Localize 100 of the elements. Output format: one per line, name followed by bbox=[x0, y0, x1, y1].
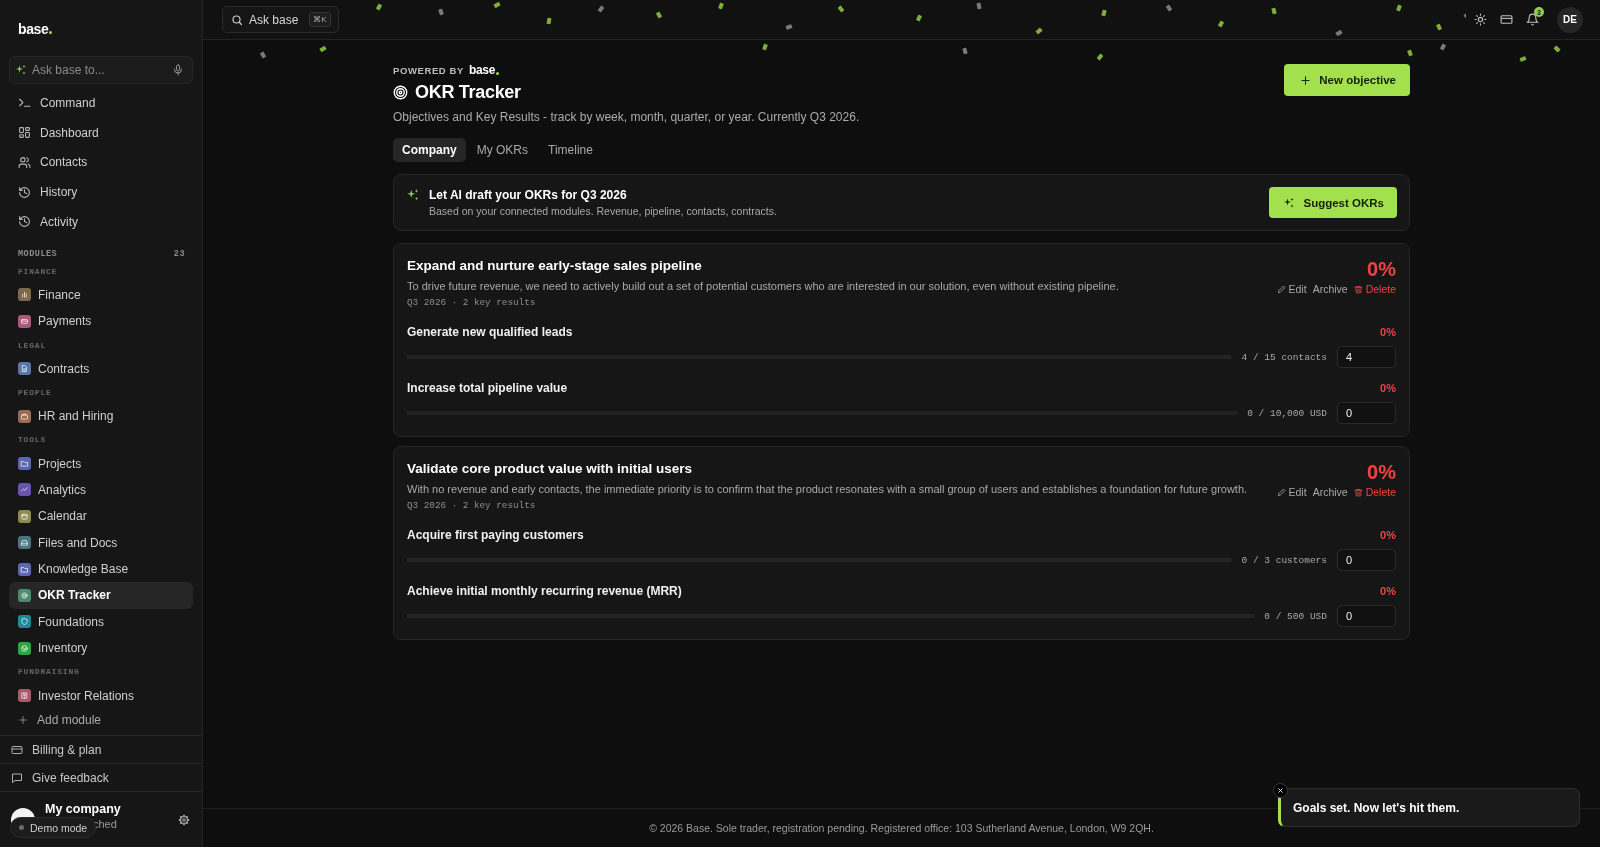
objective-title: Validate core product value with initial users bbox=[407, 460, 694, 478]
delete-link[interactable]: Delete bbox=[1353, 486, 1396, 498]
brand-wordmark: base bbox=[468, 63, 496, 77]
key-result-title: Increase total pipeline value bbox=[407, 381, 568, 395]
archive-link[interactable]: Archive bbox=[1312, 486, 1348, 498]
nav-item[interactable]: Activity bbox=[9, 207, 193, 237]
add-module-link[interactable]: Add module bbox=[9, 708, 193, 731]
module-item[interactable]: Foundations bbox=[9, 608, 193, 636]
objective-title: Expand and nurture early-stage sales pipeline bbox=[407, 257, 703, 275]
progress-reading: 0 / 500 USD bbox=[1264, 610, 1327, 622]
pencil-icon bbox=[1276, 487, 1286, 497]
progress-reading: 0 / 3 customers bbox=[1241, 554, 1327, 566]
tab[interactable]: Timeline bbox=[539, 138, 602, 162]
nav-item[interactable]: Dashboard bbox=[9, 117, 193, 148]
key-result-title: Achieve initial monthly recurring revenue (MRR) bbox=[407, 584, 682, 598]
tab[interactable]: My OKRs bbox=[467, 138, 538, 162]
close-icon bbox=[1277, 787, 1284, 794]
trash-icon bbox=[1353, 487, 1363, 497]
objective-progress: 0% bbox=[1367, 258, 1396, 280]
module-item[interactable]: Inventory bbox=[9, 635, 193, 662]
key-result-progress: 0% bbox=[1380, 585, 1396, 597]
plus-icon bbox=[18, 714, 28, 725]
module-item[interactable]: Analytics bbox=[9, 476, 193, 504]
logo-wordmark: base bbox=[18, 21, 49, 37]
company-name: My company bbox=[45, 802, 122, 817]
module-item[interactable]: Calendar bbox=[9, 503, 193, 530]
page-title: OKR Tracker bbox=[415, 81, 521, 103]
module-item[interactable]: Investor Relations bbox=[9, 682, 193, 709]
ask-base-button[interactable]: Ask base ⌘K bbox=[222, 6, 339, 33]
sun-icon[interactable] bbox=[1474, 13, 1487, 26]
status-dot-icon bbox=[19, 825, 24, 830]
value-input[interactable]: 0 bbox=[1337, 402, 1396, 424]
module-item[interactable]: OKR Tracker bbox=[9, 582, 193, 609]
search-icon bbox=[231, 13, 243, 26]
archive-link[interactable]: Archive bbox=[1312, 283, 1348, 295]
toast-message: Goals set. Now let's hit them. bbox=[1293, 800, 1460, 815]
objective-meta: Q3 2026 · 2 key results bbox=[407, 499, 537, 513]
message-icon bbox=[11, 771, 23, 784]
nav-item[interactable]: History bbox=[9, 177, 193, 207]
group-label: TOOLS bbox=[17, 435, 47, 447]
demo-mode-text: Demo mode bbox=[30, 821, 88, 834]
settings-icon[interactable] bbox=[178, 813, 190, 826]
tab[interactable]: Company bbox=[393, 138, 466, 162]
group-label: LEGAL bbox=[17, 340, 47, 352]
module-item[interactable]: Knowledge Base bbox=[9, 555, 193, 583]
group-label: FUNDRAISING bbox=[17, 667, 81, 679]
edit-link[interactable]: Edit bbox=[1276, 486, 1307, 498]
module-item[interactable]: Files and Docs bbox=[9, 529, 193, 556]
progress-reading: 4 / 15 contacts bbox=[1241, 351, 1327, 363]
progress-reading: 0 / 10,000 USD bbox=[1247, 407, 1327, 419]
objective-meta: Q3 2026 · 2 key results bbox=[407, 296, 537, 310]
plus-icon bbox=[1300, 74, 1312, 86]
group-label: PEOPLE bbox=[17, 387, 53, 399]
key-result-progress: 0% bbox=[1380, 382, 1396, 394]
new-objective-button[interactable]: New objective bbox=[1284, 64, 1410, 96]
nav-item[interactable]: Command bbox=[9, 88, 193, 118]
value-input[interactable]: 4 bbox=[1337, 346, 1396, 368]
footer-text: © 2026 Base. Sole trader, registration pending. Registered office: 103 Sutherland Avenue, London, W9 2QH. bbox=[649, 822, 1154, 834]
module-item[interactable]: Contracts bbox=[9, 355, 193, 382]
key-result-progress: 0% bbox=[1380, 326, 1396, 338]
banner-subtitle: Based on your connected modules. Revenue, pipeline, contacts, contracts. bbox=[429, 203, 778, 218]
key-result-title: Acquire first paying customers bbox=[407, 528, 584, 542]
modules-label: MODULES bbox=[18, 248, 58, 259]
module-item[interactable]: Projects bbox=[9, 450, 193, 477]
microphone-icon[interactable] bbox=[172, 64, 184, 76]
suggest-okrs-button[interactable]: Suggest OKRs bbox=[1269, 187, 1397, 218]
trash-icon bbox=[1353, 284, 1363, 294]
nav-item[interactable]: Contacts bbox=[9, 147, 193, 178]
module-item[interactable]: Finance bbox=[9, 281, 193, 309]
history-icon bbox=[18, 185, 31, 199]
logo-dot-icon bbox=[496, 72, 500, 75]
objective-description: To drive future revenue, we need to actively build out a set of potential customers who are interested in our solution, even without existing pipeline. bbox=[407, 279, 1120, 294]
users-icon bbox=[18, 155, 31, 169]
terminal-icon bbox=[18, 96, 31, 110]
close-button[interactable] bbox=[1273, 783, 1288, 798]
ask-input[interactable]: Ask base to... bbox=[9, 56, 193, 84]
pencil-icon bbox=[1276, 284, 1286, 294]
module-item[interactable]: HR and Hiring bbox=[9, 402, 193, 430]
value-input[interactable]: 0 bbox=[1337, 605, 1396, 627]
bell-icon[interactable] bbox=[1526, 13, 1539, 26]
account-subtitle: ched bbox=[93, 817, 118, 831]
sidebar-link[interactable]: Give feedback bbox=[0, 764, 202, 792]
target-icon bbox=[393, 84, 408, 100]
sidebar-link[interactable]: Billing & plan bbox=[0, 736, 202, 764]
module-item[interactable]: Payments bbox=[9, 308, 193, 335]
objective-description: With no revenue and early contacts, the immediate priority is to confirm that the product resonates with a small group of users and establishes a foundation for future growth. bbox=[407, 482, 1249, 497]
edit-link[interactable]: Edit bbox=[1276, 283, 1307, 295]
card-icon[interactable] bbox=[1500, 13, 1513, 26]
value-input[interactable]: 0 bbox=[1337, 549, 1396, 571]
objective-progress: 0% bbox=[1367, 461, 1396, 483]
banner-title: Let AI draft your OKRs for Q3 2026 bbox=[429, 187, 628, 202]
user-avatar[interactable]: DE bbox=[1557, 6, 1583, 33]
key-result-title: Generate new qualified leads bbox=[407, 325, 573, 339]
grid-icon bbox=[18, 126, 31, 140]
shortcut-key: ⌘K bbox=[309, 12, 331, 27]
sparkle-icon bbox=[406, 188, 420, 202]
delete-link[interactable]: Delete bbox=[1353, 283, 1396, 295]
powered-by-label: POWERED BY bbox=[393, 64, 464, 76]
key-result-progress: 0% bbox=[1380, 529, 1396, 541]
modules-count: 23 bbox=[173, 248, 185, 259]
